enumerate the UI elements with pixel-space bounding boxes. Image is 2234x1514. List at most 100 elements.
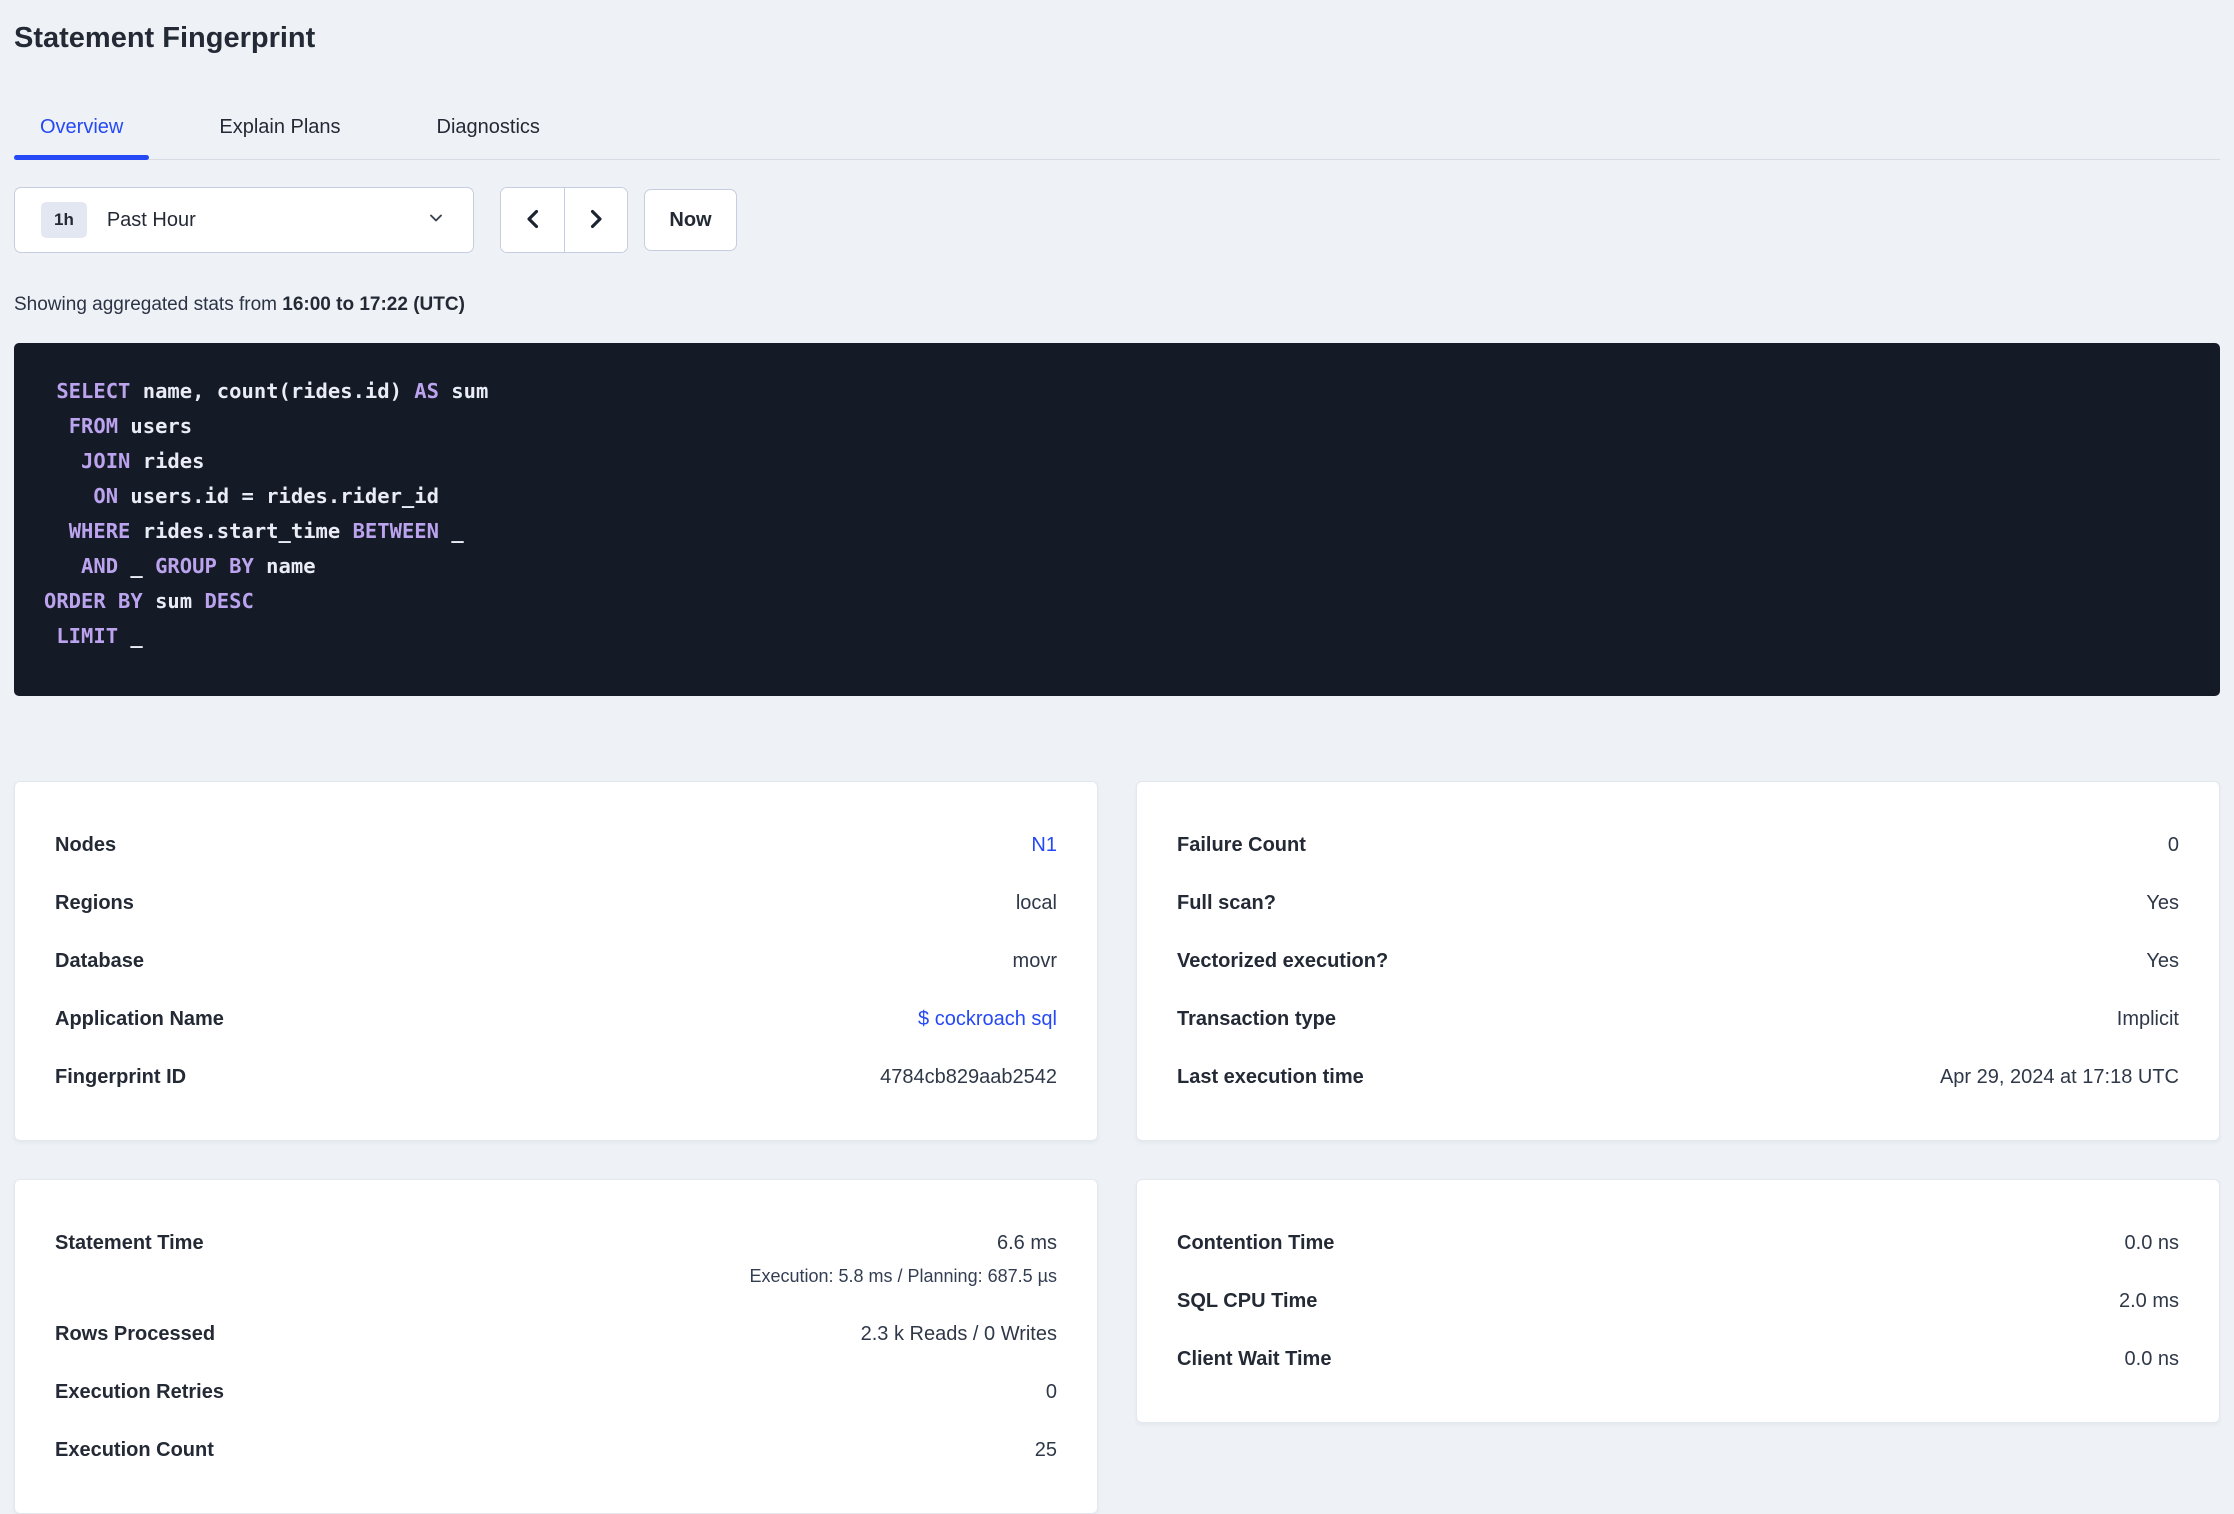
stat-label: Last execution time bbox=[1177, 1066, 1364, 1088]
sql-token: rides.start_time bbox=[130, 519, 353, 543]
sql-line: ON users.id = rides.rider_id bbox=[44, 479, 2190, 514]
sql-keyword: AND bbox=[81, 554, 119, 578]
statement-info-card: Nodes N1 Regions local Database movr Applicati… bbox=[14, 781, 1098, 1141]
statement-timing-card: Statement Time 6.6 ms Execution: 5.8 ms / … bbox=[14, 1179, 1098, 1514]
stat-label: Rows Processed bbox=[55, 1323, 216, 1345]
stat-row: Regions local bbox=[55, 874, 1057, 932]
time-range-badge: 1h bbox=[41, 202, 87, 238]
sql-token: name bbox=[253, 554, 316, 578]
stat-label: Database bbox=[55, 950, 144, 972]
stat-row: Rows Processed 2.3 k Reads / 0 Writes bbox=[55, 1305, 1057, 1363]
time-controls: 1h Past Hour Now bbox=[14, 187, 2220, 253]
chevron-right-icon bbox=[585, 207, 607, 234]
stat-label: Nodes bbox=[55, 834, 117, 856]
sql-token: rides bbox=[130, 449, 205, 473]
stat-value: 6.6 ms Execution: 5.8 ms / Planning: 687.… bbox=[749, 1232, 1057, 1286]
stat-row: Client Wait Time 0.0 ns bbox=[1177, 1330, 2179, 1388]
stat-row: Database movr bbox=[55, 932, 1057, 990]
timing-cards-row: Statement Time 6.6 ms Execution: 5.8 ms / … bbox=[14, 1179, 2220, 1514]
execution-attributes-card: Failure Count 0 Full scan? Yes Vectorized ex… bbox=[1136, 781, 2220, 1141]
page-title: Statement Fingerprint bbox=[14, 22, 316, 54]
sql-token: _ bbox=[438, 519, 464, 543]
sql-keyword: BETWEEN bbox=[352, 519, 439, 543]
previous-time-button[interactable] bbox=[501, 188, 564, 252]
stat-row: Execution Count 25 bbox=[55, 1421, 1057, 1479]
stat-label: Application Name bbox=[55, 1008, 224, 1030]
stat-value: Implicit bbox=[2116, 1008, 2179, 1030]
sql-token: name, count(rides.id) bbox=[130, 379, 415, 403]
stat-label: Statement Time bbox=[55, 1232, 204, 1254]
stat-label: Client Wait Time bbox=[1177, 1348, 1332, 1370]
stat-label: Failure Count bbox=[1177, 834, 1306, 856]
stat-label: Regions bbox=[55, 892, 134, 914]
stats-line-prefix: Showing aggregated stats from bbox=[14, 294, 283, 315]
stat-row: Statement Time 6.6 ms Execution: 5.8 ms / … bbox=[55, 1214, 1057, 1305]
chevron-left-icon bbox=[522, 207, 544, 234]
stat-row: Application Name $ cockroach sql bbox=[55, 990, 1057, 1048]
stat-label: Execution Retries bbox=[55, 1381, 224, 1403]
stat-value: 2.3 k Reads / 0 Writes bbox=[860, 1323, 1057, 1345]
stat-value: local bbox=[1015, 892, 1057, 914]
stat-value: 0.0 ns bbox=[2124, 1348, 2179, 1370]
sql-keyword: JOIN bbox=[81, 449, 131, 473]
info-cards-row: Nodes N1 Regions local Database movr Applicati… bbox=[14, 781, 2220, 1141]
sql-keyword: FROM bbox=[68, 414, 119, 438]
stat-row: Nodes N1 bbox=[55, 816, 1057, 874]
time-range-dropdown[interactable]: 1h Past Hour bbox=[14, 187, 474, 253]
stat-value: Apr 29, 2024 at 17:18 UTC bbox=[1939, 1066, 2179, 1088]
sql-token: _ bbox=[118, 624, 143, 648]
stat-subvalue: Execution: 5.8 ms / Planning: 687.5 µs bbox=[749, 1266, 1057, 1286]
stat-value: 0 bbox=[2167, 834, 2179, 856]
stat-value: Yes bbox=[2146, 950, 2179, 972]
stat-label: Execution Count bbox=[55, 1439, 214, 1461]
stat-row: SQL CPU Time 2.0 ms bbox=[1177, 1272, 2179, 1330]
stat-label: Fingerprint ID bbox=[55, 1066, 187, 1088]
stat-row: Full scan? Yes bbox=[1177, 874, 2179, 932]
sql-token: _ bbox=[118, 554, 156, 578]
stats-line-range: 16:00 to 17:22 (UTC) bbox=[282, 294, 465, 315]
sql-line: JOIN rides bbox=[44, 444, 2190, 479]
next-time-button[interactable] bbox=[564, 188, 627, 252]
sql-line: ORDER BY sum DESC bbox=[44, 584, 2190, 619]
time-range-label: Past Hour bbox=[106, 208, 196, 231]
stat-label: Full scan? bbox=[1177, 892, 1276, 914]
stat-value: movr bbox=[1012, 950, 1057, 972]
sql-keyword: SELECT bbox=[56, 379, 131, 403]
sql-keyword: ON bbox=[93, 484, 119, 508]
sql-token: sum bbox=[438, 379, 489, 403]
sql-keyword: GROUP BY bbox=[155, 554, 254, 578]
stat-value-link[interactable]: $ cockroach sql bbox=[918, 1007, 1057, 1031]
now-button[interactable]: Now bbox=[644, 189, 737, 251]
chevron-down-icon bbox=[427, 209, 445, 232]
tab-bar: Overview Explain Plans Diagnostics bbox=[14, 102, 2220, 160]
sql-token: sum bbox=[142, 589, 205, 613]
sql-keyword: WHERE bbox=[68, 519, 131, 543]
stat-row: Execution Retries 0 bbox=[55, 1363, 1057, 1421]
stat-label: Transaction type bbox=[1177, 1008, 1336, 1030]
stat-value: 0 bbox=[1045, 1381, 1057, 1403]
sql-token: users bbox=[118, 414, 193, 438]
tab-diagnostics[interactable]: Diagnostics bbox=[411, 102, 566, 159]
sql-keyword: AS bbox=[414, 379, 439, 403]
stat-label: Contention Time bbox=[1177, 1232, 1335, 1254]
tab-explain-plans[interactable]: Explain Plans bbox=[193, 102, 366, 159]
stat-row: Fingerprint ID 4784cb829aab2542 bbox=[55, 1048, 1057, 1106]
stat-value-link[interactable]: N1 bbox=[1031, 833, 1057, 857]
aggregated-stats-line: Showing aggregated stats from 16:00 to 1… bbox=[14, 294, 2220, 316]
sql-line: SELECT name, count(rides.id) AS sum bbox=[44, 374, 2190, 409]
sql-keyword: LIMIT bbox=[56, 624, 119, 648]
sql-line: FROM users bbox=[44, 409, 2190, 444]
stat-value: 0.0 ns bbox=[2124, 1232, 2179, 1254]
sql-statement-box: SELECT name, count(rides.id) AS sum FROM… bbox=[14, 343, 2220, 696]
tab-overview[interactable]: Overview bbox=[14, 102, 150, 160]
stat-row: Vectorized execution? Yes bbox=[1177, 932, 2179, 990]
stat-value: 2.0 ms bbox=[2118, 1290, 2179, 1312]
sql-line: LIMIT _ bbox=[44, 619, 2190, 654]
wait-time-card: Contention Time 0.0 ns SQL CPU Time 2.0 ms C… bbox=[1136, 1179, 2220, 1423]
sql-token: users.id = rides.rider_id bbox=[118, 484, 439, 508]
